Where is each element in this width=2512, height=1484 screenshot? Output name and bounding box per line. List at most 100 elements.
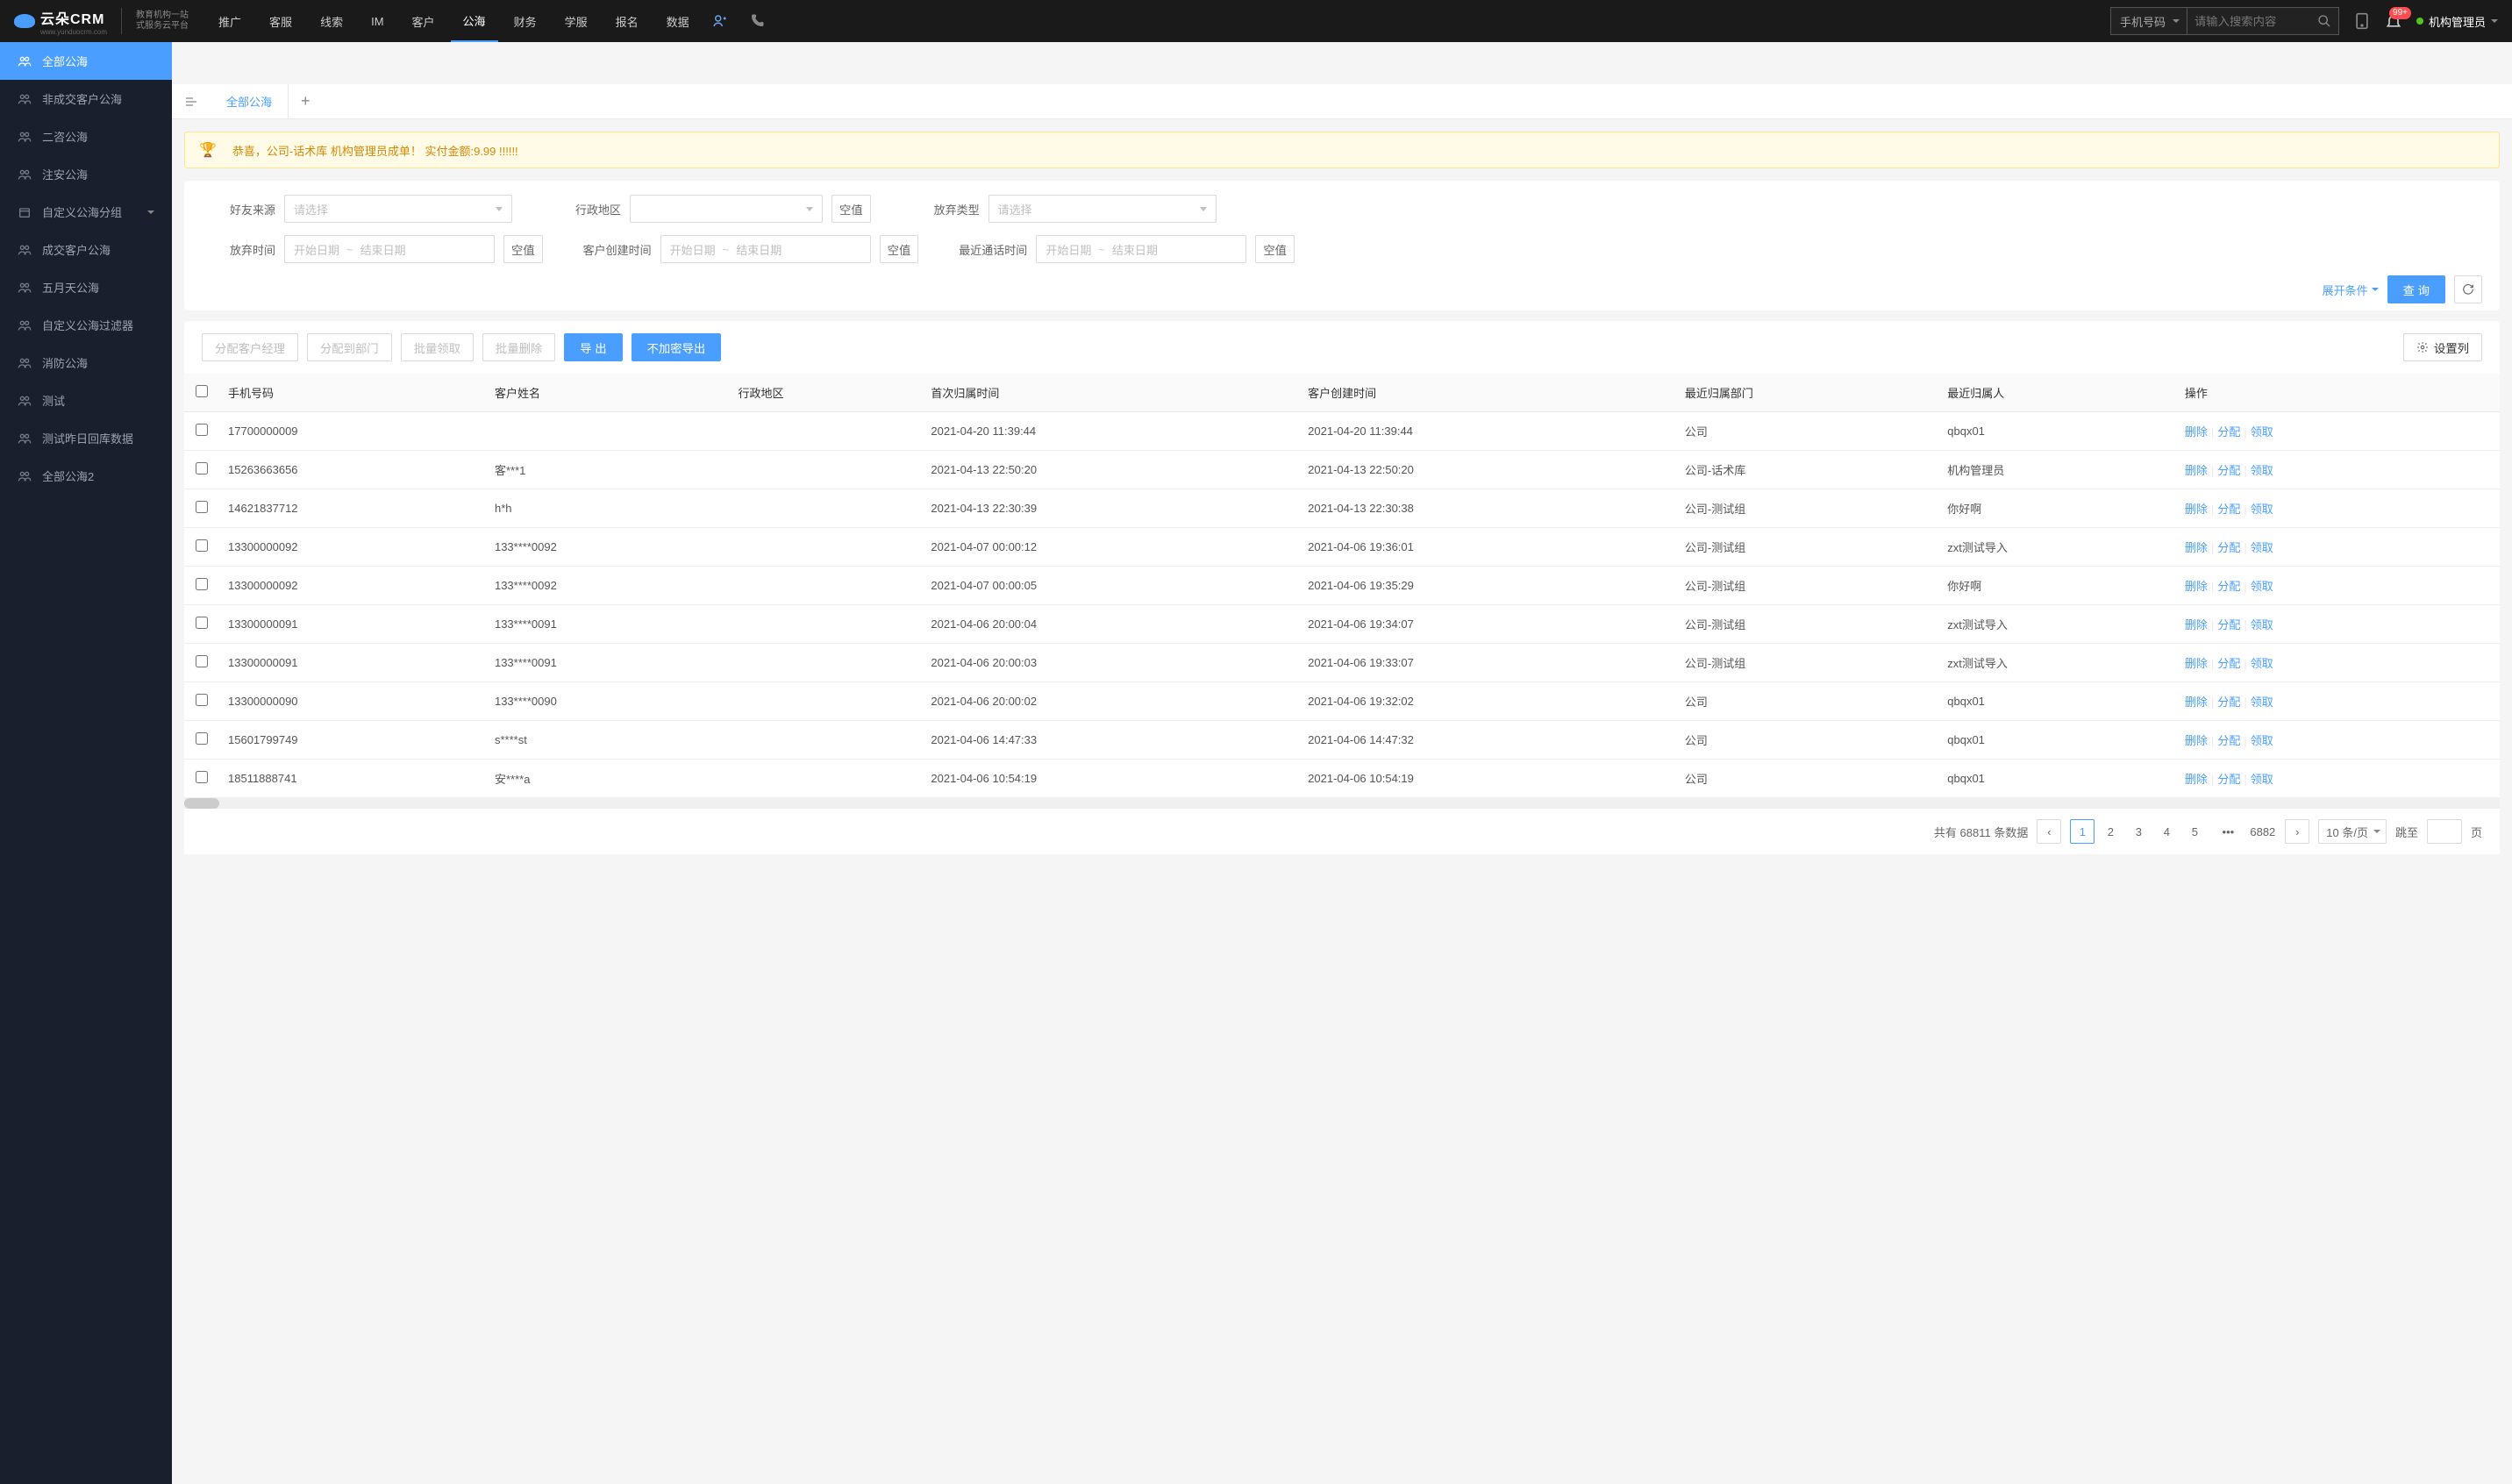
filter-source-select[interactable]: 请选择 xyxy=(284,195,512,223)
select-all-checkbox[interactable] xyxy=(196,385,208,397)
row-assign-link[interactable]: 分配 xyxy=(2217,734,2240,747)
row-assign-link[interactable]: 分配 xyxy=(2217,657,2240,670)
row-checkbox[interactable] xyxy=(196,771,208,783)
refresh-button[interactable] xyxy=(2454,275,2482,303)
page-4[interactable]: 4 xyxy=(2154,819,2179,844)
row-claim-link[interactable]: 领取 xyxy=(2251,696,2273,709)
row-claim-link[interactable]: 领取 xyxy=(2251,657,2273,670)
set-columns-button[interactable]: 设置列 xyxy=(2403,333,2482,361)
page-jump-input[interactable] xyxy=(2427,819,2462,844)
row-delete-link[interactable]: 删除 xyxy=(2185,696,2208,709)
page-next[interactable]: › xyxy=(2285,819,2309,844)
row-delete-link[interactable]: 删除 xyxy=(2185,503,2208,516)
row-assign-link[interactable]: 分配 xyxy=(2217,618,2240,631)
page-3[interactable]: 3 xyxy=(2126,819,2151,844)
row-delete-link[interactable]: 删除 xyxy=(2185,425,2208,439)
assign-manager-button[interactable]: 分配客户经理 xyxy=(202,333,298,361)
row-claim-link[interactable]: 领取 xyxy=(2251,773,2273,786)
search-input[interactable] xyxy=(2187,8,2310,34)
row-checkbox[interactable] xyxy=(196,424,208,436)
row-delete-link[interactable]: 删除 xyxy=(2185,734,2208,747)
filter-create-time-range[interactable]: 开始日期~结束日期 xyxy=(660,235,871,263)
page-size-select[interactable]: 10 条/页 xyxy=(2318,819,2387,844)
tab-menu-icon[interactable] xyxy=(172,95,211,109)
tab-all-pool[interactable]: 全部公海 xyxy=(211,84,289,119)
row-claim-link[interactable]: 领取 xyxy=(2251,734,2273,747)
add-user-icon[interactable] xyxy=(702,13,739,29)
filter-last-call-range[interactable]: 开始日期~结束日期 xyxy=(1036,235,1246,263)
notification-icon[interactable]: 99+ xyxy=(2385,12,2402,30)
sidebar-item-6[interactable]: 五月天公海 xyxy=(0,268,172,306)
sidebar-item-5[interactable]: 成交客户公海 xyxy=(0,231,172,268)
page-2[interactable]: 2 xyxy=(2098,819,2123,844)
tab-add-button[interactable]: + xyxy=(289,92,323,111)
page-5[interactable]: 5 xyxy=(2182,819,2207,844)
filter-create-time-null[interactable]: 空值 xyxy=(880,235,919,263)
user-menu[interactable]: 机构管理员 xyxy=(2416,13,2498,30)
nav-item-5[interactable]: 公海 xyxy=(451,0,498,42)
query-button[interactable]: 查 询 xyxy=(2387,275,2445,303)
row-assign-link[interactable]: 分配 xyxy=(2217,696,2240,709)
nav-item-8[interactable]: 报名 xyxy=(603,0,651,42)
row-assign-link[interactable]: 分配 xyxy=(2217,580,2240,593)
nav-item-0[interactable]: 推广 xyxy=(206,0,253,42)
row-assign-link[interactable]: 分配 xyxy=(2217,541,2240,554)
row-claim-link[interactable]: 领取 xyxy=(2251,425,2273,439)
export-button[interactable]: 导 出 xyxy=(564,333,622,361)
sidebar-item-3[interactable]: 注安公海 xyxy=(0,155,172,193)
sidebar-item-0[interactable]: 全部公海 xyxy=(0,42,172,80)
nav-item-7[interactable]: 学服 xyxy=(553,0,600,42)
sidebar-item-4[interactable]: 自定义公海分组 xyxy=(0,193,172,231)
row-delete-link[interactable]: 删除 xyxy=(2185,464,2208,477)
sidebar-item-2[interactable]: 二咨公海 xyxy=(0,118,172,155)
sidebar-item-9[interactable]: 测试 xyxy=(0,382,172,419)
row-claim-link[interactable]: 领取 xyxy=(2251,464,2273,477)
row-checkbox[interactable] xyxy=(196,617,208,629)
row-delete-link[interactable]: 删除 xyxy=(2185,541,2208,554)
batch-delete-button[interactable]: 批量删除 xyxy=(482,333,555,361)
tablet-icon[interactable] xyxy=(2353,12,2371,30)
nav-item-1[interactable]: 客服 xyxy=(257,0,304,42)
row-assign-link[interactable]: 分配 xyxy=(2217,773,2240,786)
nav-item-9[interactable]: 数据 xyxy=(654,0,702,42)
logo[interactable]: 云朵CRM www.yunduocrm.com 教育机构一站 式服务云平台 xyxy=(14,7,189,36)
row-delete-link[interactable]: 删除 xyxy=(2185,657,2208,670)
horizontal-scrollbar[interactable] xyxy=(184,798,2500,809)
row-delete-link[interactable]: 删除 xyxy=(2185,618,2208,631)
page-1[interactable]: 1 xyxy=(2070,819,2095,844)
sidebar-item-8[interactable]: 消防公海 xyxy=(0,344,172,382)
export-plain-button[interactable]: 不加密导出 xyxy=(632,333,722,361)
page-prev[interactable]: ‹ xyxy=(2037,819,2061,844)
row-checkbox[interactable] xyxy=(196,462,208,474)
sidebar-item-7[interactable]: 自定义公海过滤器 xyxy=(0,306,172,344)
row-checkbox[interactable] xyxy=(196,732,208,745)
search-type-select[interactable]: 手机号码 xyxy=(2111,8,2187,34)
row-claim-link[interactable]: 领取 xyxy=(2251,618,2273,631)
sidebar-item-11[interactable]: 全部公海2 xyxy=(0,457,172,495)
row-delete-link[interactable]: 删除 xyxy=(2185,580,2208,593)
filter-abandon-type-select[interactable]: 请选择 xyxy=(988,195,1217,223)
expand-filters-link[interactable]: 展开条件 xyxy=(2323,282,2379,298)
filter-region-null[interactable]: 空值 xyxy=(831,195,871,223)
assign-dept-button[interactable]: 分配到部门 xyxy=(307,333,392,361)
row-assign-link[interactable]: 分配 xyxy=(2217,464,2240,477)
sidebar-item-10[interactable]: 测试昨日回库数据 xyxy=(0,419,172,457)
row-checkbox[interactable] xyxy=(196,655,208,667)
nav-item-4[interactable]: 客户 xyxy=(400,0,447,42)
nav-item-3[interactable]: IM xyxy=(359,0,396,42)
nav-item-2[interactable]: 线索 xyxy=(308,0,355,42)
batch-claim-button[interactable]: 批量领取 xyxy=(401,333,474,361)
row-delete-link[interactable]: 删除 xyxy=(2185,773,2208,786)
row-checkbox[interactable] xyxy=(196,501,208,513)
row-assign-link[interactable]: 分配 xyxy=(2217,425,2240,439)
row-claim-link[interactable]: 领取 xyxy=(2251,541,2273,554)
filter-abandon-time-null[interactable]: 空值 xyxy=(503,235,543,263)
row-checkbox[interactable] xyxy=(196,578,208,590)
filter-abandon-time-range[interactable]: 开始日期~结束日期 xyxy=(284,235,495,263)
nav-item-6[interactable]: 财务 xyxy=(502,0,549,42)
sidebar-item-1[interactable]: 非成交客户公海 xyxy=(0,80,172,118)
search-button[interactable] xyxy=(2310,8,2338,34)
page-last[interactable]: 6882 xyxy=(2249,819,2276,844)
phone-icon[interactable] xyxy=(739,13,775,29)
filter-last-call-null[interactable]: 空值 xyxy=(1255,235,1295,263)
